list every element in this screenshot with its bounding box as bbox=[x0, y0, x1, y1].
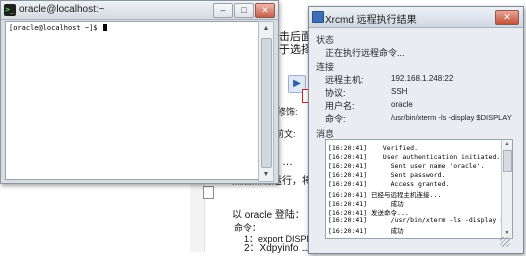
log-line: [16:20:41] 成功 bbox=[328, 227, 404, 235]
doc-text: 以 oracle 登陆： bbox=[232, 210, 305, 221]
document-icon bbox=[203, 186, 214, 199]
resize-grip-icon[interactable] bbox=[500, 237, 510, 247]
username-value: oracle bbox=[391, 100, 413, 109]
log-line: [16:20:41] Access granted. bbox=[328, 180, 450, 188]
protocol-value: SSH bbox=[391, 87, 408, 96]
dialog-title: Xrcmd 远程执行结果 bbox=[325, 15, 417, 26]
terminal-cursor bbox=[102, 24, 107, 31]
username-label: 用户名: bbox=[325, 101, 355, 111]
terminal-scrollbar[interactable]: ▲ ▼ bbox=[258, 21, 274, 182]
status-text: 正在执行远程命令... bbox=[325, 48, 405, 58]
terminal-icon: >_ bbox=[4, 4, 16, 16]
doc-text: 2：Xdpyinfo bbox=[244, 243, 299, 254]
log-scrollbar-thumb[interactable] bbox=[503, 150, 512, 172]
log-line: [16:20:41] User authentication initiated… bbox=[328, 153, 509, 161]
terminal-prompt: [oracle@localhost ~]$ bbox=[9, 24, 102, 32]
log-line: [16:20:41] Sent password. bbox=[328, 171, 446, 179]
doc-text: … bbox=[282, 156, 293, 168]
minimize-button[interactable]: – bbox=[213, 3, 233, 18]
command-label: 命令: bbox=[325, 114, 346, 124]
scrollbar-thumb[interactable] bbox=[261, 38, 272, 168]
xrcmd-result-dialog[interactable]: Xrcmd 远程执行结果 ✕ 状态 正在执行远程命令... 连接 远程主机: 1… bbox=[308, 6, 524, 254]
log-line: [16:20:41] Verified. bbox=[328, 144, 419, 152]
terminal-title: oracle@localhost:~ bbox=[19, 4, 105, 15]
log-line: [16:20:41] Sent user name 'oracle'. bbox=[328, 162, 485, 170]
log-scrollbar[interactable]: ▲ ▼ bbox=[501, 140, 512, 238]
scroll-up-arrow-icon[interactable]: ▲ bbox=[259, 22, 273, 35]
scroll-up-arrow-icon[interactable]: ▲ bbox=[502, 140, 512, 149]
dialog-titlebar[interactable]: Xrcmd 远程执行结果 ✕ bbox=[309, 7, 523, 28]
terminal-prompt-line: [oracle@localhost ~]$ bbox=[9, 24, 107, 32]
connection-section-header: 连接 bbox=[316, 62, 335, 72]
command-value: /usr/bin/xterm -ls -display $DISPLAY bbox=[391, 113, 512, 122]
dialog-close-button[interactable]: ✕ bbox=[495, 10, 519, 25]
scroll-down-arrow-icon[interactable]: ▼ bbox=[259, 168, 273, 181]
protocol-label: 协议: bbox=[325, 88, 346, 98]
terminal-window[interactable]: >_ oracle@localhost:~ – □ ✕ [oracle@loca… bbox=[0, 0, 279, 184]
maximize-button[interactable]: □ bbox=[234, 3, 254, 18]
message-log[interactable]: [16:20:41] Verified. [16:20:41] User aut… bbox=[325, 139, 513, 239]
log-line: [16:20:41] /usr/bin/xterm -ls -display $… bbox=[328, 216, 513, 224]
app-icon bbox=[312, 11, 324, 23]
close-button[interactable]: ✕ bbox=[255, 3, 275, 18]
terminal-titlebar[interactable]: >_ oracle@localhost:~ – □ ✕ bbox=[1, 1, 278, 20]
status-section-header: 状态 bbox=[316, 35, 335, 45]
remote-host-label: 远程主机: bbox=[325, 75, 364, 85]
terminal-output[interactable]: [oracle@localhost ~]$ bbox=[5, 21, 259, 180]
remote-host-value: 192.168.1.248:22 bbox=[391, 74, 454, 83]
